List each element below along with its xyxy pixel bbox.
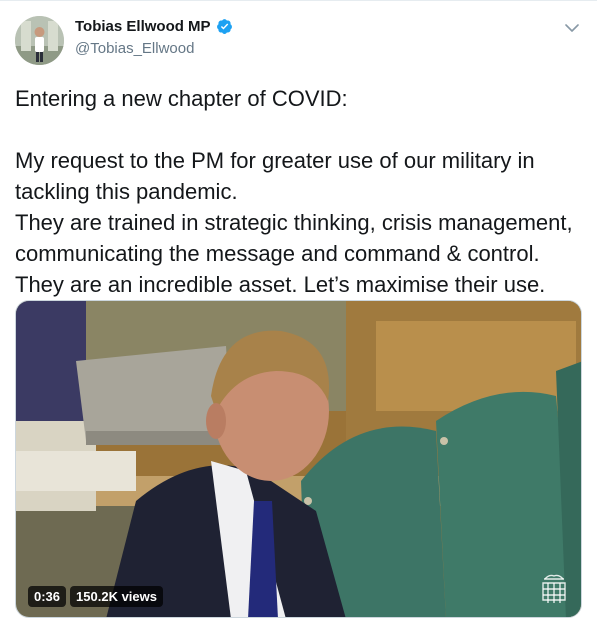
tweet-text: Entering a new chapter of COVID: My requ… (15, 83, 585, 300)
verified-badge-icon (216, 19, 232, 34)
video-views: 150.2K views (70, 586, 163, 607)
video-thumbnail (16, 301, 581, 617)
tweet-line: My request to the PM for greater use of … (15, 148, 535, 204)
tweet-card: Tobias Ellwood MP @Tobias_Ellwood Enteri… (0, 0, 597, 629)
tweet-line: They are trained in strategic thinking, … (15, 210, 573, 266)
avatar-image (15, 16, 64, 65)
portcullis-logo-icon (542, 574, 566, 603)
video-player[interactable]: 0:36 150.2K views (15, 300, 582, 618)
author-name-row[interactable]: Tobias Ellwood MP (75, 18, 233, 35)
author-display-name[interactable]: Tobias Ellwood MP (75, 18, 211, 35)
chevron-down-icon[interactable] (563, 19, 581, 37)
video-stats-badge: 0:36 150.2K views (28, 586, 163, 607)
video-duration: 0:36 (28, 586, 67, 607)
tweet-line: They are an incredible asset. Let’s maxi… (15, 272, 546, 297)
tweet-line: Entering a new chapter of COVID: (15, 86, 348, 111)
avatar[interactable] (15, 16, 64, 65)
author-handle[interactable]: @Tobias_Ellwood (75, 40, 194, 57)
